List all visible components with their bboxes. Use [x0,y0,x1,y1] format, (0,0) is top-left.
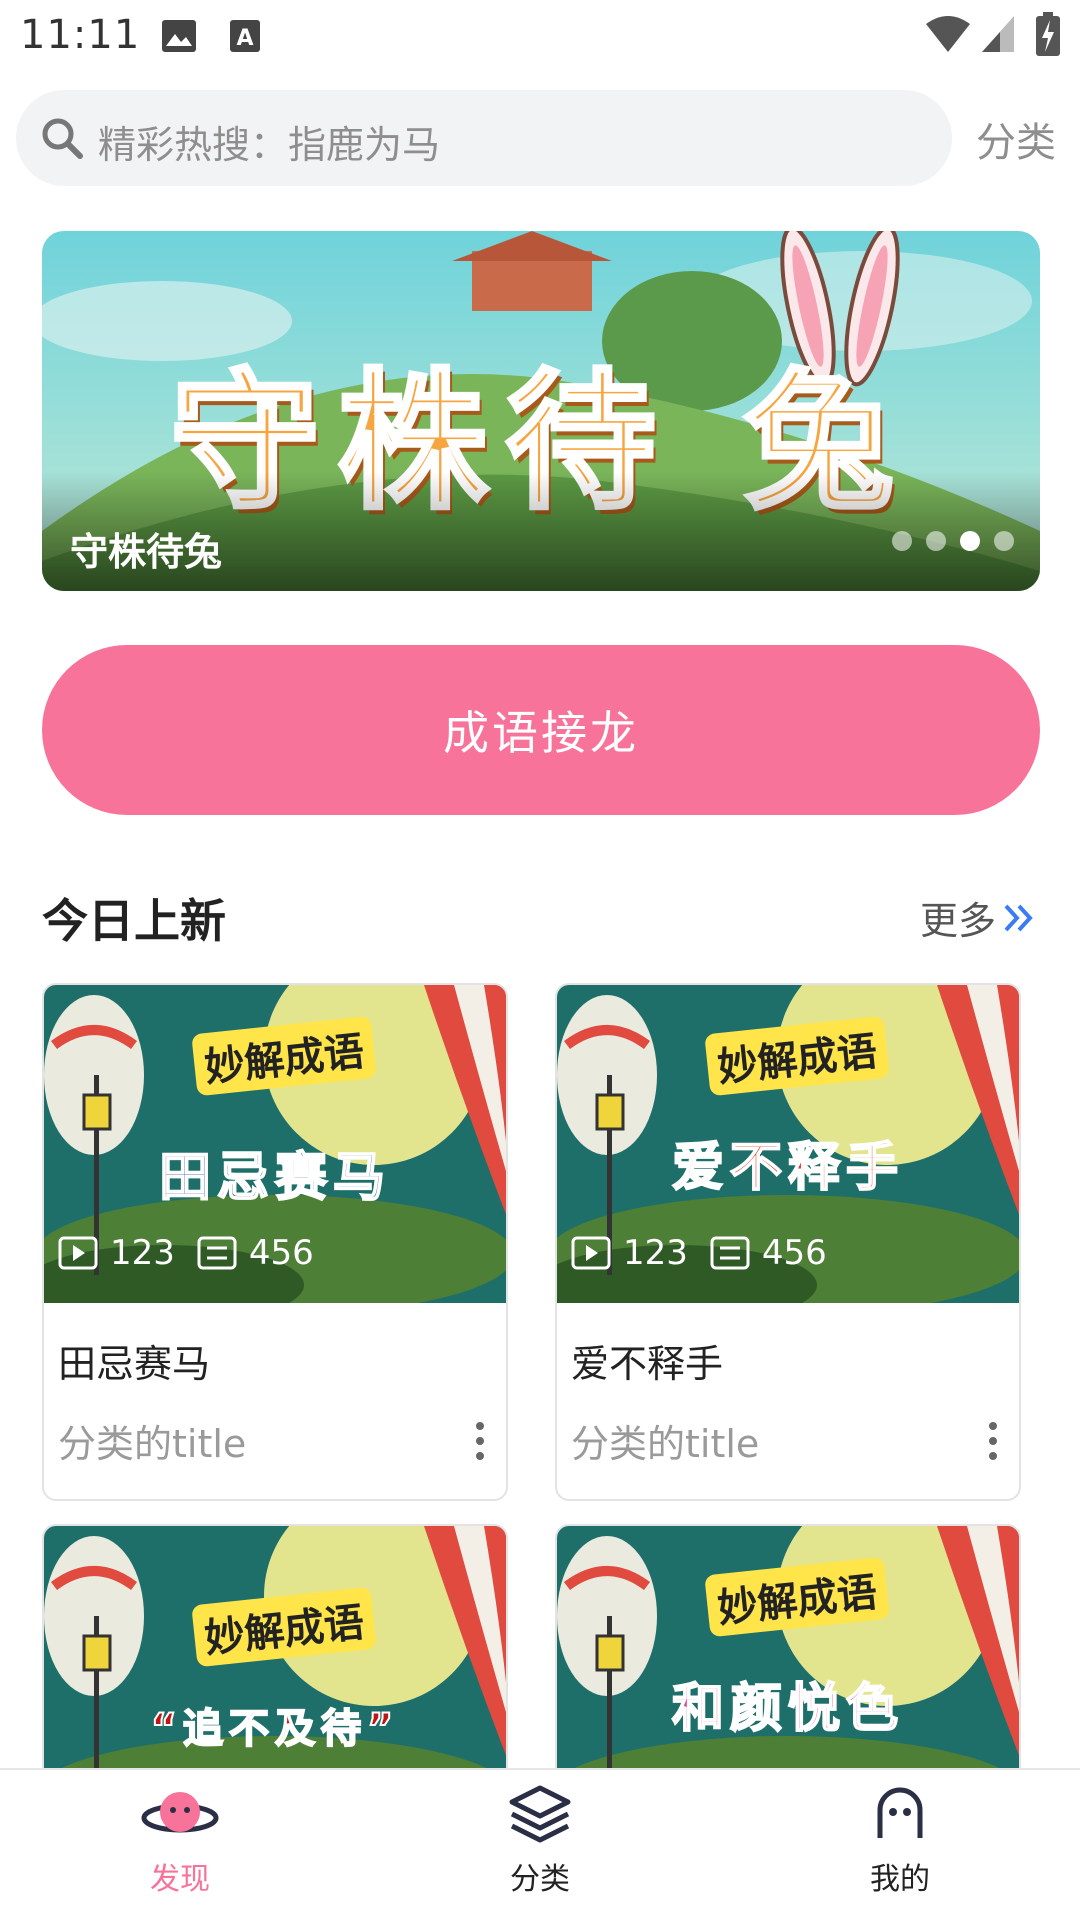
thumbnail-title: 田忌赛马 [158,1147,391,1209]
carousel-dot[interactable] [994,531,1014,551]
thumbnail-title: 和颜悦色 [671,1678,904,1740]
card-title: 田忌赛马 [58,1342,211,1386]
carousel-dot[interactable] [892,531,912,551]
more-label: 更多 [920,899,997,943]
section-title: 今日上新 [42,894,226,948]
video-card[interactable]: 妙解成语 爱不释手 123 456 爱不释手 分类的title [555,983,1021,1501]
more-vert-icon[interactable] [987,1421,999,1461]
double-chevron-right-icon [1004,904,1033,931]
gallery-icon [162,20,196,52]
card-thumbnail: 妙解成语 爱不释手 123 456 [557,985,1019,1303]
episode-count: 456 [761,1233,827,1273]
status-bar: 11:11 A [0,0,1080,72]
play-icon [58,1236,98,1270]
bottom-nav: 发现 分类 我的 [0,1768,1080,1922]
card-body: 田忌赛马 分类的title [44,1303,506,1499]
card-title: 爱不释手 [571,1342,724,1386]
carousel-dot-active[interactable] [960,531,980,551]
wifi-icon [926,16,970,52]
card-thumbnail: 妙解成语 田忌赛马 123 456 [44,985,506,1303]
nav-discover[interactable]: 发现 [80,1784,280,1898]
list-icon [197,1236,237,1270]
more-vert-icon[interactable] [474,1421,486,1461]
status-time: 11:11 [20,12,141,58]
play-count: 123 [110,1233,175,1273]
planet-icon [141,1792,219,1833]
card-stats: 123 456 [571,1233,827,1273]
signal-icon [982,16,1014,52]
list-icon [710,1236,750,1270]
card-stats: 123 456 [58,1233,314,1273]
banner-carousel[interactable]: 守株待 兔 守株待兔 [42,231,1040,591]
card-subtitle: 分类的title [571,1422,760,1466]
nav-profile[interactable]: 我的 [800,1784,1000,1898]
svg-text:A: A [236,26,253,51]
battery-charging-icon [1036,12,1060,56]
idiom-chain-label: 成语接龙 [443,706,639,760]
carousel-dot[interactable] [926,531,946,551]
card-subtitle: 分类的title [58,1422,247,1466]
carousel-dots [892,531,1014,551]
search-icon [42,118,83,159]
nav-label: 我的 [870,1862,930,1897]
profile-icon [877,1787,923,1838]
play-count: 123 [623,1233,688,1273]
category-link[interactable]: 分类 [976,110,1056,168]
card-body: 爱不释手 分类的title [557,1303,1019,1499]
video-card[interactable]: 妙解成语 田忌赛马 123 456 田忌赛马 分类的title [42,983,508,1501]
thumbnail-title: 爱不释手 [671,1137,904,1199]
font-icon: A [230,20,260,52]
play-icon [571,1236,611,1270]
layers-icon [509,1785,571,1843]
search-input[interactable]: 精彩热搜：指鹿为马 [16,90,952,186]
more-link[interactable]: 更多 [920,890,1036,945]
nav-category[interactable]: 分类 [440,1784,640,1898]
episode-count: 456 [248,1233,314,1273]
nav-label: 分类 [510,1862,570,1897]
thumbnail-title: “追不及待” [150,1705,400,1753]
search-placeholder: 精彩热搜：指鹿为马 [98,123,441,167]
nav-label: 发现 [150,1862,210,1897]
idiom-chain-button[interactable]: 成语接龙 [42,645,1040,815]
banner-caption: 守株待兔 [70,530,223,574]
